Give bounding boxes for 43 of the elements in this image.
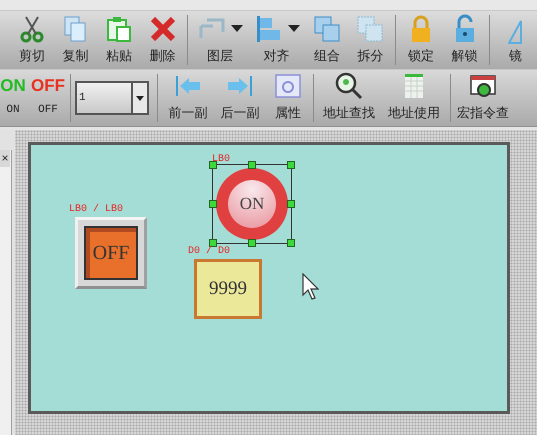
resize-handle[interactable]	[209, 161, 217, 169]
toolbar-button[interactable]: 属性	[266, 70, 310, 126]
state-button[interactable]: ON ON	[0, 70, 26, 126]
dropdown-button[interactable]	[131, 83, 147, 113]
toolbar-button[interactable]: 地址使用	[381, 70, 447, 126]
resize-handle[interactable]	[287, 200, 295, 208]
address-label: D0 / D0	[188, 247, 230, 257]
toolbar-button[interactable]: 前一副	[162, 70, 214, 126]
state-button[interactable]: OFF OFF	[30, 70, 66, 126]
ungroup-icon	[355, 14, 386, 44]
toolbar-button[interactable]: 拆分	[348, 11, 392, 69]
toolbar-button[interactable]: 粘贴	[97, 11, 141, 69]
resize-handle[interactable]	[287, 161, 295, 169]
toolbar-button[interactable]: 锁定	[399, 11, 443, 69]
resize-handle[interactable]	[209, 239, 217, 247]
group-icon	[312, 14, 342, 44]
address-label: LB0	[212, 155, 230, 165]
toolbar-button[interactable]: 复制	[54, 11, 98, 69]
resize-handle[interactable]	[248, 239, 256, 247]
caret-icon	[136, 96, 144, 100]
resize-handle[interactable]	[287, 239, 295, 247]
toolbar-button[interactable]: 后一副	[214, 70, 266, 126]
state-glyph: ON	[0, 77, 26, 94]
state-dropdown[interactable]: 1	[75, 81, 149, 115]
search-icon	[334, 70, 364, 100]
toolbar-button[interactable]: 宏指令查	[454, 70, 512, 126]
toolbar-button[interactable]: 剪切	[10, 11, 54, 69]
toolbar-button[interactable]: 删除	[140, 11, 184, 69]
resize-handle[interactable]	[209, 200, 217, 208]
close-button[interactable]: ×	[0, 150, 10, 167]
toolbar-button[interactable]: 组合	[305, 11, 349, 69]
toolbar-button[interactable]: 图层	[191, 11, 248, 69]
address-label: LB0 / LB0	[69, 205, 124, 215]
toolbar-button[interactable]: 对齐	[248, 11, 306, 69]
numeric-display[interactable]: 9999	[194, 259, 262, 319]
state-glyph: OFF	[31, 77, 65, 94]
toolbar-button[interactable]: 镜	[493, 11, 537, 69]
toolbar-button[interactable]: 地址查找	[317, 70, 381, 126]
toolbar-button[interactable]: 解锁	[442, 11, 486, 69]
resize-handle[interactable]	[248, 161, 256, 169]
mouse-pointer-icon	[301, 273, 319, 301]
toggle-switch[interactable]: OFF	[75, 217, 147, 289]
mirror-icon	[508, 20, 522, 44]
